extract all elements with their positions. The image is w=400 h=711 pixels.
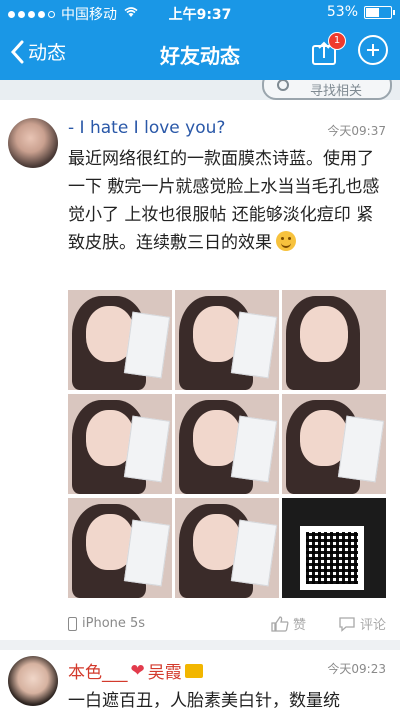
sub-toolbar: 寻找相关 — [0, 80, 400, 100]
nav-bar: 动态 好友动态 1 — [0, 26, 400, 80]
notification-badge: 1 — [328, 32, 346, 50]
post-username[interactable]: - I hate I love you? — [68, 118, 225, 138]
username-suffix: 吴霞 — [147, 663, 182, 683]
post-time: 今天09:37 — [327, 124, 386, 138]
comment-icon — [339, 616, 355, 632]
post-content: 最近网络很红的一款面膜杰诗蓝。使用了一下 敷完一片就感觉脸上水当当毛孔也感觉小了… — [68, 145, 388, 257]
search-icon — [277, 80, 289, 91]
like-label: 赞 — [292, 618, 306, 633]
post-time: 今天09:23 — [327, 662, 386, 676]
thumbs-up-icon — [271, 615, 289, 632]
feed-post: - I hate I love you? 今天09:37 最近网络很红的一款面膜… — [0, 100, 400, 640]
comment-button[interactable]: 评论 — [338, 614, 386, 633]
qr-code-image[interactable] — [282, 498, 386, 598]
phone-icon — [68, 616, 77, 631]
avatar[interactable] — [8, 656, 58, 706]
post-photo[interactable] — [175, 498, 279, 598]
share-button[interactable]: 1 — [310, 32, 346, 66]
post-photo[interactable] — [175, 290, 279, 390]
heart-icon: ❤ — [130, 660, 145, 681]
post-photo[interactable] — [68, 498, 172, 598]
post-photo[interactable] — [282, 290, 386, 390]
qr-code-icon — [300, 526, 364, 590]
add-button[interactable] — [358, 35, 388, 65]
smiley-icon — [276, 231, 296, 251]
status-bar: 中国移动 上午9:37 53% — [0, 0, 400, 26]
post-photo[interactable] — [68, 394, 172, 494]
find-related-label: 寻找相关 — [310, 84, 363, 99]
battery-icon — [364, 5, 395, 19]
post-photo[interactable] — [282, 394, 386, 494]
photo-grid — [68, 290, 386, 598]
post-photo[interactable] — [175, 394, 279, 494]
comment-label: 评论 — [359, 618, 386, 633]
post-username[interactable]: 本色___ ❤ 吴霞 — [68, 658, 203, 683]
status-right: 53% — [326, 4, 395, 20]
avatar[interactable] — [8, 118, 58, 168]
feed-post: 本色___ ❤ 吴霞 今天09:23 一白遮百丑，人胎素美白针，数量统 — [0, 650, 400, 711]
feed-divider — [0, 640, 400, 650]
username-prefix: 本色___ — [68, 663, 128, 683]
like-button[interactable]: 赞 — [271, 614, 306, 633]
post-photo[interactable] — [68, 290, 172, 390]
vip-crown-icon — [184, 663, 203, 678]
device-label: iPhone 5s — [82, 616, 146, 631]
battery-percent: 53% — [326, 4, 358, 20]
post-text: 最近网络很红的一款面膜杰诗蓝。使用了一下 敷完一片就感觉脸上水当当毛孔也感觉小了… — [68, 149, 380, 253]
device-source: iPhone 5s — [68, 616, 145, 631]
post-text: 一白遮百丑，人胎素美白针，数量统 — [68, 691, 340, 711]
find-related-button[interactable]: 寻找相关 — [262, 80, 392, 100]
